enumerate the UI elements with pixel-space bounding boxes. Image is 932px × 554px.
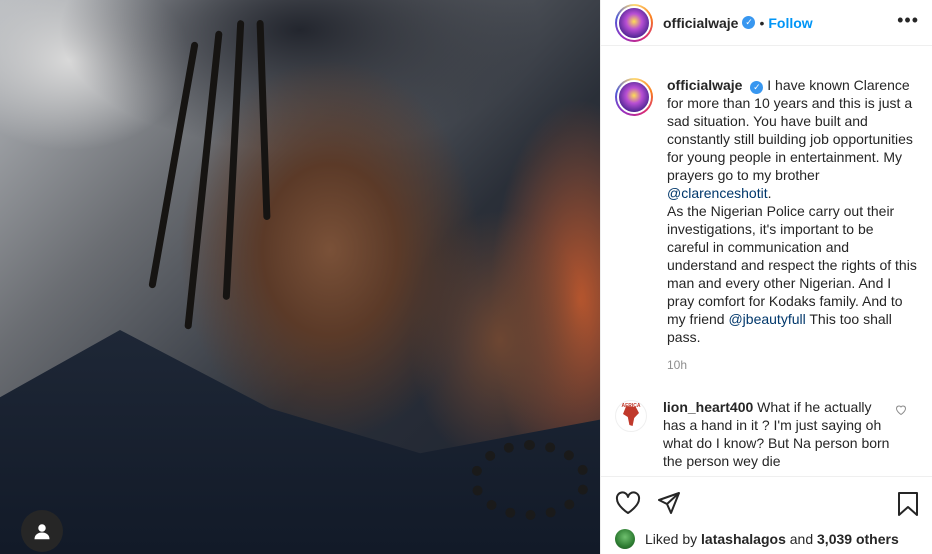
likes-middle: and (789, 531, 814, 547)
more-options-icon[interactable]: ••• (897, 11, 919, 29)
photo-detail (256, 19, 271, 221)
liker-username[interactable]: latashalagos (701, 531, 786, 547)
bookmark-icon[interactable] (897, 491, 919, 517)
photo-detail (470, 440, 590, 520)
commenter-username[interactable]: lion_heart400 (663, 399, 753, 415)
post-caption: officialwaje ✓ I have known Clarence for… (601, 76, 932, 346)
like-heart-icon[interactable] (615, 491, 641, 515)
likes-count[interactable]: 3,039 others (817, 531, 899, 547)
separator-dot: • (759, 14, 765, 31)
mention-link[interactable]: @jbeautyfull (728, 311, 805, 327)
post-side-panel: officialwaje ✓ • Follow ••• officialwaje… (600, 0, 932, 554)
likes-summary: Liked by latashalagos and 3,039 others (615, 529, 899, 549)
post-header: officialwaje ✓ • Follow ••• (601, 0, 932, 46)
comments-section[interactable]: officialwaje ✓ I have known Clarence for… (601, 76, 932, 476)
tagged-user-button[interactable] (21, 510, 63, 552)
caption-body-2: . (767, 185, 772, 201)
africa-map-icon (623, 406, 639, 426)
commenter-avatar[interactable]: AFRICA (615, 400, 647, 432)
verified-badge-icon: ✓ (742, 16, 756, 29)
post-photo (0, 0, 600, 554)
post-actions: Liked by latashalagos and 3,039 others (601, 476, 932, 554)
photo-detail (222, 20, 245, 300)
share-paper-plane-icon[interactable] (657, 491, 681, 515)
likes-prefix: Liked by (645, 531, 698, 547)
caption-username[interactable]: officialwaje (667, 77, 742, 93)
photo-detail (148, 41, 199, 289)
comment-like-icon[interactable] (895, 404, 907, 416)
follow-button[interactable]: Follow (768, 15, 812, 31)
mention-link[interactable]: @clarenceshotit (667, 185, 768, 201)
comment-item: AFRICA lion_heart400 What if he actually… (601, 398, 932, 470)
caption-avatar[interactable] (615, 78, 653, 116)
author-avatar[interactable] (615, 3, 653, 42)
user-icon (34, 524, 50, 540)
comment-text: lion_heart400 What if he actually has a … (663, 398, 893, 470)
author-username[interactable]: officialwaje (663, 15, 738, 31)
caption-text: officialwaje ✓ I have known Clarence for… (667, 76, 917, 346)
verified-badge-icon: ✓ (750, 80, 764, 94)
caption-body-3: As the Nigerian Police carry out their i… (667, 203, 917, 327)
post-timestamp[interactable]: 10h (667, 358, 932, 372)
liker-avatar[interactable] (615, 529, 635, 549)
